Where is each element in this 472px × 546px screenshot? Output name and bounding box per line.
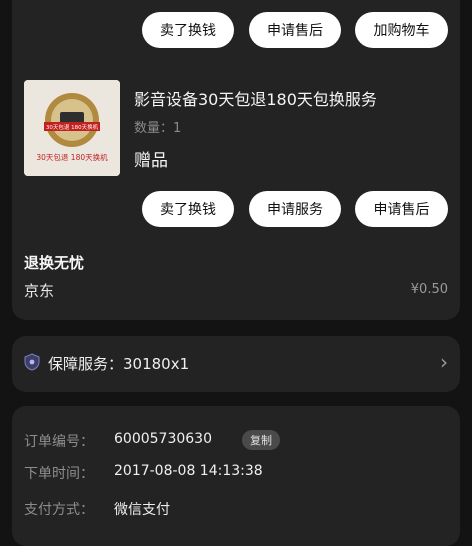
gift-after-sales-button[interactable]: 申请售后 bbox=[355, 191, 448, 227]
service-badge-image: 30天包退 180天换机 30天包退 180天换机 bbox=[24, 80, 120, 176]
request-service-button[interactable]: 申请服务 bbox=[249, 191, 341, 227]
add-to-cart-button[interactable]: 加购物车 bbox=[355, 12, 448, 48]
shield-icon bbox=[24, 353, 40, 371]
chevron-right-icon: › bbox=[440, 350, 448, 374]
protection-service-label: 保障服务：30180x1 bbox=[48, 355, 190, 373]
gift-sell-for-cash-button[interactable]: 卖了换钱 bbox=[142, 191, 234, 227]
after-sales-button[interactable]: 申请售后 bbox=[249, 12, 341, 48]
order-number-label: 订单编号： bbox=[24, 434, 94, 450]
gift-item-quantity: 数量：1 bbox=[134, 121, 182, 136]
return-service-shop: 京东 bbox=[24, 282, 55, 300]
return-service-price: ¥0.50 bbox=[410, 282, 448, 297]
return-service-title: 退换无忧 bbox=[24, 254, 85, 272]
gift-item-title[interactable]: 影音设备30天包退180天包换服务 bbox=[134, 86, 377, 110]
badge-ribbon-text: 30天包退 180天换机 bbox=[46, 123, 99, 131]
badge-caption: 30天包退 180天换机 bbox=[36, 152, 108, 162]
order-time-value: 2017-08-08 14:13:38 bbox=[114, 463, 263, 479]
payment-method-label: 支付方式： bbox=[24, 502, 94, 518]
order-time-label: 下单时间： bbox=[24, 466, 94, 482]
sell-for-cash-button[interactable]: 卖了换钱 bbox=[142, 12, 234, 48]
payment-method-value: 微信支付 bbox=[114, 502, 170, 518]
order-number-value: 60005730630 bbox=[114, 431, 212, 447]
gift-item-thumbnail[interactable]: 30天包退 180天换机 30天包退 180天换机 bbox=[24, 80, 120, 176]
gift-tag: 赠品 bbox=[134, 151, 168, 171]
copy-order-number-button[interactable]: 复制 bbox=[242, 430, 280, 450]
